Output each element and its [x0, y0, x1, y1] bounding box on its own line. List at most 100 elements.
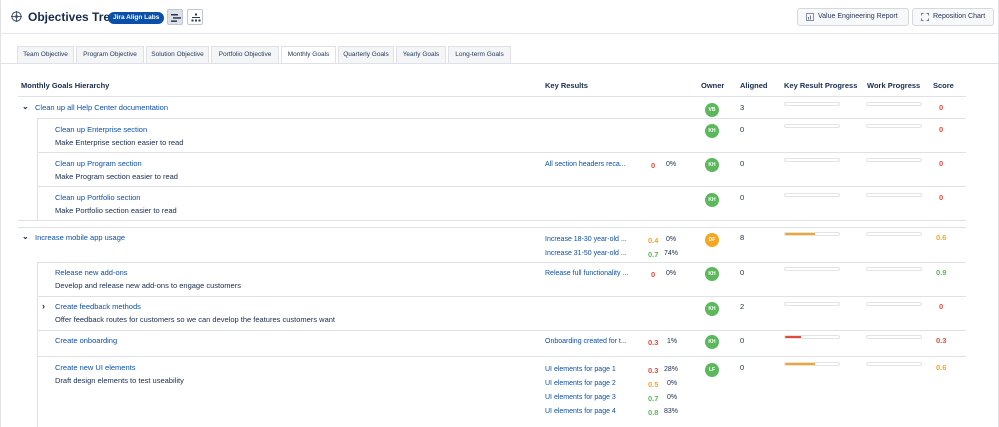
- tab-team-objective[interactable]: Team Objective: [17, 46, 74, 63]
- key-result-score: 0.4: [648, 236, 659, 245]
- key-result-percent: 83%: [664, 408, 679, 415]
- key-result-score: 0.7: [648, 250, 659, 259]
- score-value: 0: [939, 103, 944, 112]
- key-result-percent: 0%: [666, 270, 677, 277]
- key-result-percent: 0%: [666, 236, 677, 243]
- key-result-progress-bar: [784, 158, 840, 162]
- goal-description: Make Program section easier to read: [55, 172, 178, 181]
- work-progress-bar: [866, 232, 922, 236]
- key-result-link[interactable]: Increase 18-30 year-old ...: [545, 236, 627, 243]
- tab-solution-objective[interactable]: Solution Objective: [146, 46, 209, 63]
- score-value: 0.6: [936, 233, 947, 242]
- score-value: 0.6: [936, 363, 947, 372]
- child-indent-line: [37, 262, 38, 427]
- key-result-link[interactable]: Increase 31-50 year-old ...: [545, 250, 627, 257]
- column-hierarchy: Monthly Goals Hierarchy: [21, 81, 110, 90]
- score-value: 0: [939, 193, 944, 202]
- owner-avatar: VB: [705, 103, 719, 117]
- tab-quarterly-goals[interactable]: Quarterly Goals: [338, 46, 394, 63]
- child-indent-line: [37, 118, 38, 221]
- column-key-results: Key Results: [545, 81, 588, 90]
- row-divider: [38, 152, 966, 153]
- tree-view-icon: [191, 13, 201, 22]
- goal-title-link[interactable]: Clean up Program section: [55, 159, 142, 168]
- reposition-chart-label: Reposition Chart: [933, 13, 986, 20]
- key-result-score: 0.3: [648, 366, 659, 375]
- collapse-chevron-icon[interactable]: ⌄: [22, 232, 29, 241]
- key-result-percent: 1%: [667, 338, 678, 345]
- expand-chevron-icon[interactable]: ›: [42, 301, 45, 311]
- row-divider: [38, 186, 966, 187]
- key-result-progress-fill: [785, 336, 802, 338]
- aligned-count: 0: [740, 363, 745, 372]
- owner-avatar: LF: [705, 363, 719, 377]
- reposition-chart-button[interactable]: Reposition Chart: [912, 8, 994, 26]
- reposition-icon: [921, 13, 929, 21]
- column-owner: Owner: [701, 81, 725, 90]
- labs-badge: Jira Align Labs: [108, 12, 165, 24]
- tab-portfolio-objective[interactable]: Portfolio Objective: [211, 46, 279, 63]
- value-engineering-report-button[interactable]: Value Engineering Report: [797, 8, 909, 26]
- work-progress-bar: [866, 267, 922, 271]
- key-result-link[interactable]: UI elements for page 2: [545, 380, 616, 387]
- key-result-progress-bar: [784, 232, 840, 236]
- row-divider: [38, 356, 966, 357]
- key-result-link[interactable]: UI elements for page 3: [545, 394, 616, 401]
- key-result-score: 0.7: [648, 394, 659, 403]
- work-progress-bar: [866, 193, 922, 197]
- key-result-score: 0.3: [648, 338, 659, 347]
- owner-avatar: KH: [705, 302, 719, 316]
- goal-title-link[interactable]: Increase mobile app usage: [35, 233, 125, 242]
- row-divider: [38, 296, 966, 297]
- aligned-count: 2: [740, 302, 745, 311]
- tab-yearly-goals[interactable]: Yearly Goals: [396, 46, 446, 63]
- key-result-progress-bar: [784, 124, 840, 128]
- work-progress-bar: [866, 335, 922, 339]
- goal-title-link[interactable]: Create onboarding: [55, 336, 117, 345]
- key-result-link[interactable]: Onboarding created for t...: [545, 338, 627, 345]
- aligned-count: 0: [740, 336, 745, 345]
- key-result-link[interactable]: Release full functionality ...: [545, 270, 628, 277]
- key-result-score: 0: [651, 161, 656, 170]
- aligned-count: 0: [740, 193, 745, 202]
- owner-avatar: KH: [705, 267, 719, 281]
- key-result-score: 0.5: [648, 380, 659, 389]
- collapse-chevron-icon[interactable]: ⌄: [22, 102, 29, 111]
- report-icon: [806, 13, 814, 21]
- value-engineering-report-label: Value Engineering Report: [818, 13, 898, 20]
- key-result-percent: 0%: [667, 394, 678, 401]
- score-value: 0: [939, 302, 944, 311]
- list-view-button[interactable]: [167, 9, 183, 25]
- key-result-link[interactable]: UI elements for page 4: [545, 408, 616, 415]
- column-work-progress: Work Progress: [867, 81, 921, 90]
- aligned-count: 0: [740, 125, 745, 134]
- row-divider: [38, 262, 966, 263]
- objectives-tree-icon: [11, 11, 22, 22]
- tree-view-button[interactable]: [187, 9, 203, 25]
- goal-title-link[interactable]: Clean up Enterprise section: [55, 125, 147, 134]
- goal-title-link[interactable]: Create feedback methods: [55, 302, 141, 311]
- score-value: 0: [939, 159, 944, 168]
- goal-description: Make Enterprise section easier to read: [55, 138, 184, 147]
- key-result-link[interactable]: All section headers reca...: [545, 161, 626, 168]
- key-result-progress-bar: [784, 267, 840, 271]
- tab-monthly-goals[interactable]: Monthly Goals: [281, 46, 336, 64]
- work-progress-bar: [866, 362, 922, 366]
- key-result-percent: 28%: [664, 366, 679, 373]
- tab-program-objective[interactable]: Program Objective: [76, 46, 144, 63]
- score-value: 0.3: [936, 336, 947, 345]
- column-key-result-progress: Key Result Progress: [784, 81, 858, 90]
- key-result-progress-bar: [784, 362, 840, 366]
- goal-description: Draft design elements to test useability: [55, 376, 184, 385]
- owner-avatar: KH: [705, 193, 719, 207]
- goal-title-link[interactable]: Create new UI elements: [55, 363, 135, 372]
- goal-description: Make Portfolio section easier to read: [55, 206, 177, 215]
- key-result-link[interactable]: UI elements for page 1: [545, 366, 616, 373]
- goal-title-link[interactable]: Clean up Portfolio section: [55, 193, 140, 202]
- tab-long-term-goals[interactable]: Long-term Goals: [448, 46, 511, 63]
- key-result-progress-bar: [784, 102, 840, 106]
- work-progress-bar: [866, 302, 922, 306]
- key-result-percent: 74%: [664, 250, 679, 257]
- goal-title-link[interactable]: Clean up all Help Center documentation: [35, 103, 168, 112]
- goal-title-link[interactable]: Release new add-ons: [55, 268, 128, 277]
